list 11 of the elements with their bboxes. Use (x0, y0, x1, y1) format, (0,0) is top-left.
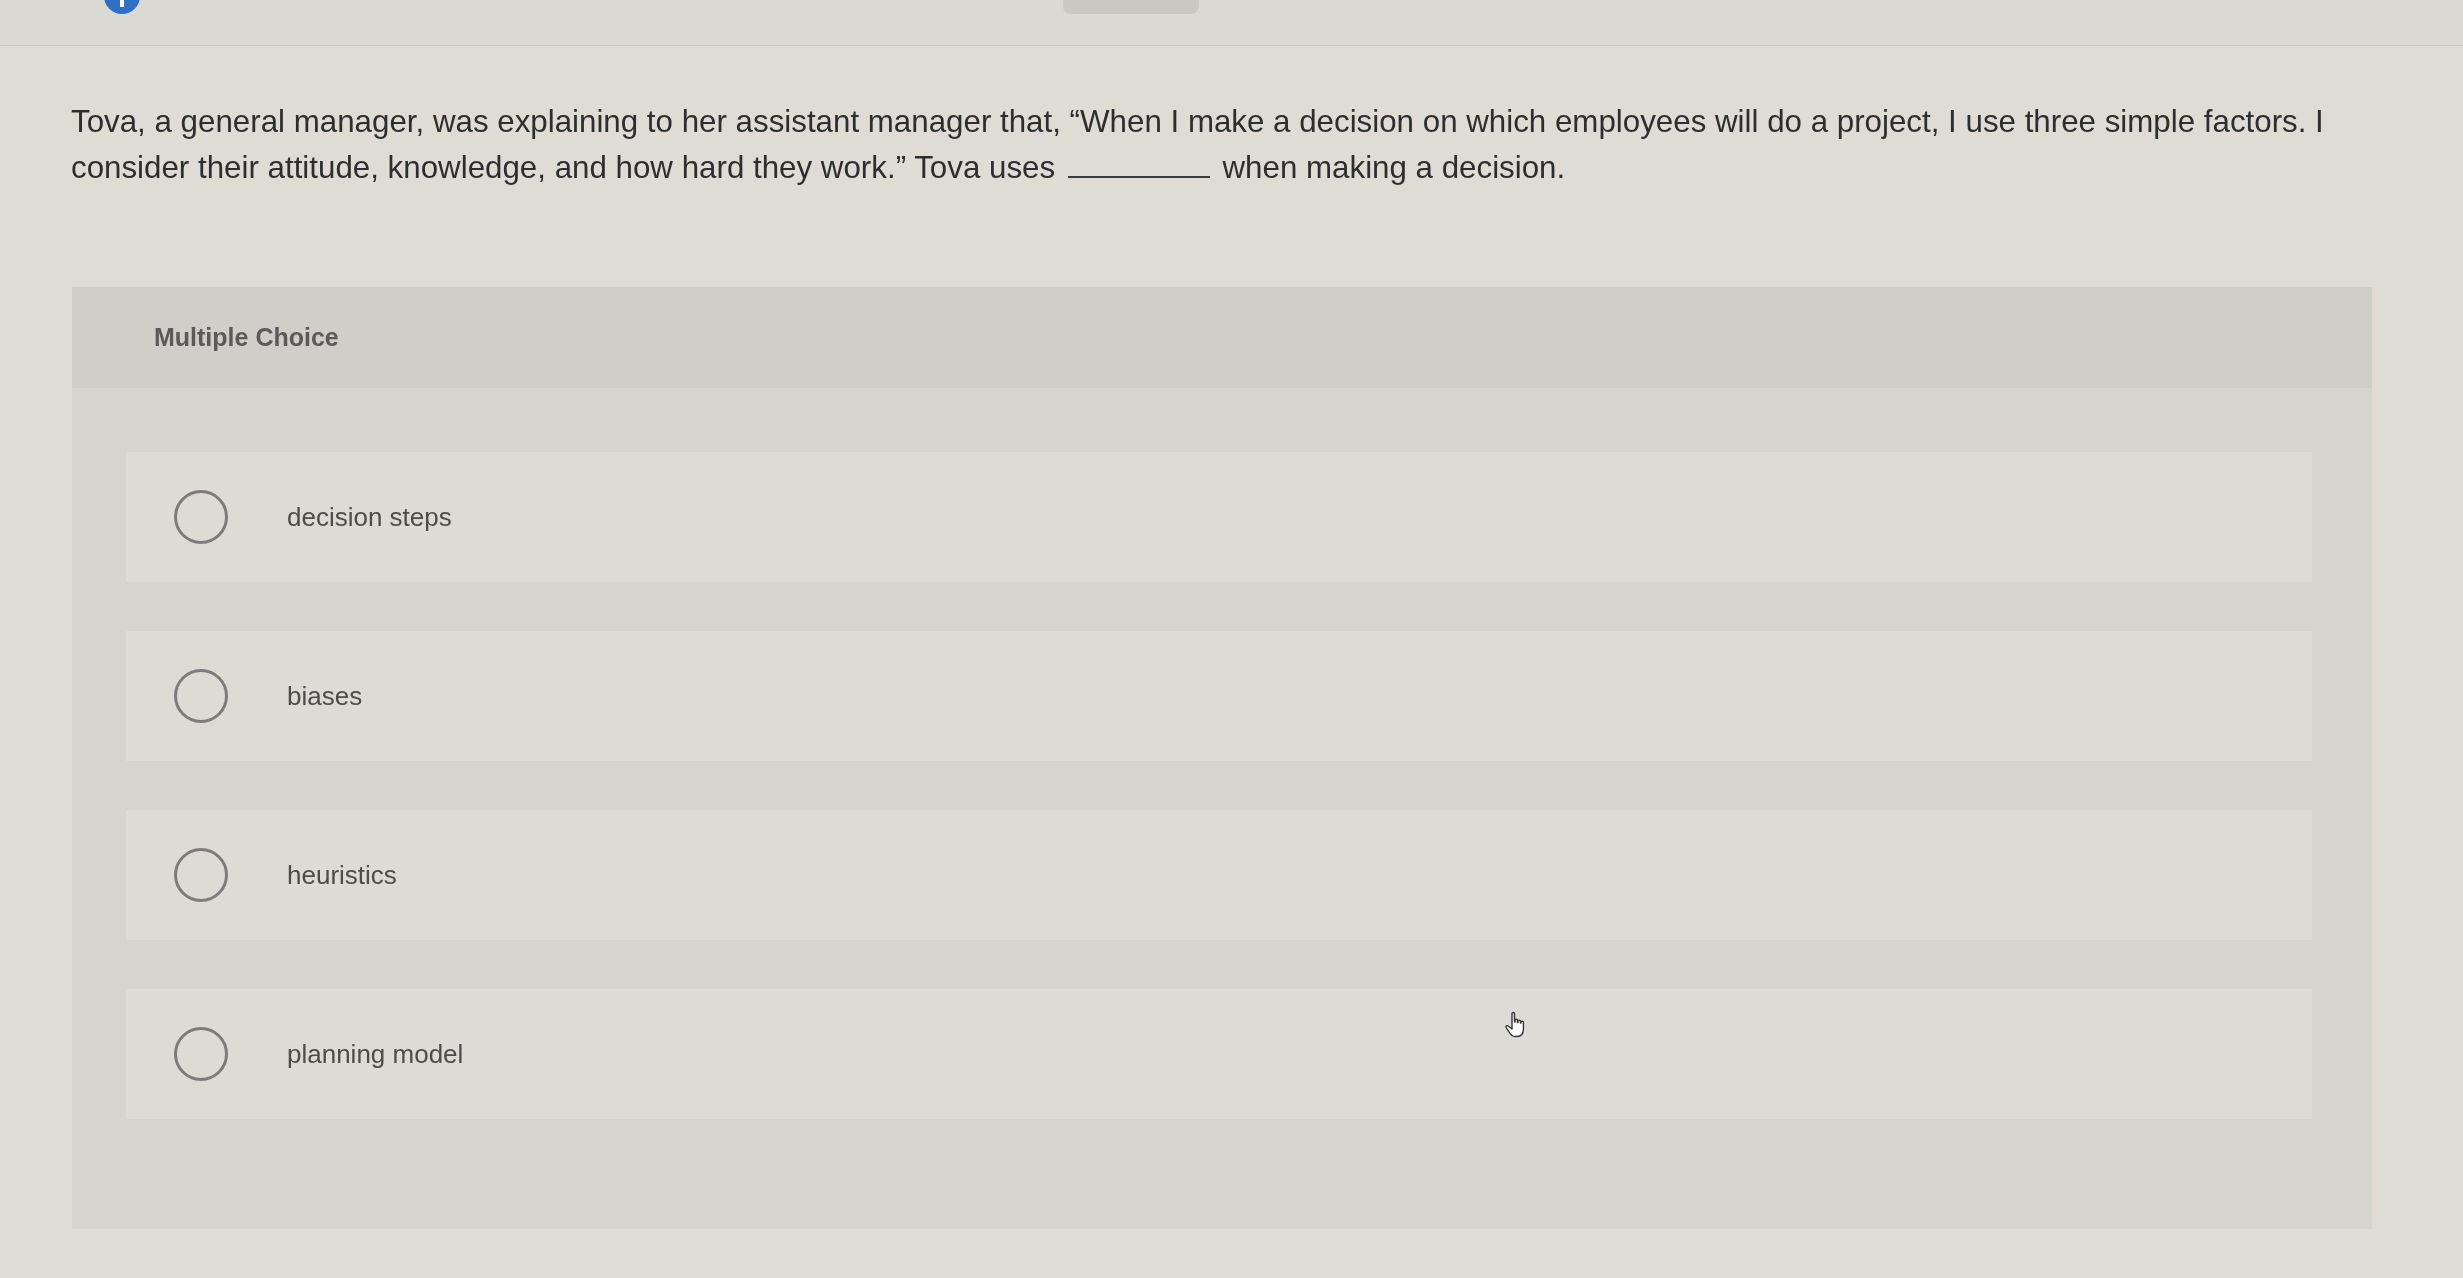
question-type-label: Multiple Choice (154, 323, 339, 352)
radio-button[interactable] (173, 668, 229, 724)
radio-button[interactable] (173, 489, 229, 545)
answer-option[interactable]: heuristics (126, 810, 2312, 940)
radio-button[interactable] (173, 847, 229, 903)
radio-button[interactable] (173, 1026, 229, 1082)
answer-option[interactable]: biases (126, 631, 2312, 761)
info-icon[interactable] (104, 0, 140, 14)
question-text: Tova, a general manager, was explaining to her assistant manager that, “When I make a decision on which employees will do a project, I use three simple factors. I consider their attitude, knowledge, and how hard they work.” Tova uses when making a decision. (71, 103, 2325, 187)
answer-option[interactable]: decision steps (126, 452, 2312, 582)
answer-option[interactable]: planning model (126, 989, 2312, 1119)
